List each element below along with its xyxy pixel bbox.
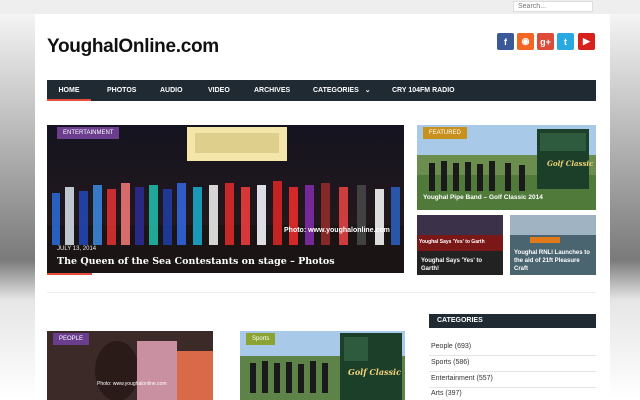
featured-sub-2[interactable]: Youghal RNLI Launches to the aid of 21ft…	[510, 215, 596, 275]
featured-sub-1-banner: Youghal Says 'Yes' to Garth	[419, 239, 485, 245]
slider-main[interactable]: ENTERTAINMENT Photo: www.youghalonline.c…	[47, 125, 404, 275]
slider-image	[47, 125, 404, 275]
post-sports-tag[interactable]: Sports	[246, 333, 276, 345]
post-people-tag[interactable]: PEOPLE	[53, 333, 90, 345]
post-card-people[interactable]: PEOPLE Photo: www.youghalonline.com	[47, 331, 213, 400]
slider-watermark: Photo: www.youghalonline.com	[284, 227, 390, 234]
nav-radio[interactable]: CRY 104FM RADIO	[392, 80, 455, 101]
featured-sub-1-title[interactable]: Youghal Says 'Yes' to Garth!	[421, 257, 499, 273]
nav-audio[interactable]: AUDIO	[160, 80, 183, 101]
twitter-icon[interactable]: t	[557, 33, 574, 50]
nav-archives[interactable]: ARCHIVES	[254, 80, 290, 101]
slider-progress-track	[47, 273, 404, 275]
category-divider	[429, 387, 596, 388]
featured-tag[interactable]: FEATURED	[423, 127, 467, 139]
nav-home[interactable]: HOME	[47, 80, 91, 101]
category-divider	[429, 355, 596, 356]
nav-categories-label: CATEGORIES	[313, 87, 359, 94]
category-divider	[429, 371, 596, 372]
post-card-sports[interactable]: Sports Golf Classic	[240, 331, 405, 400]
post-people-watermark: Photo: www.youghalonline.com	[97, 381, 167, 387]
categories-heading: CATEGORIES	[429, 314, 596, 328]
main-nav: HOME PHOTOS AUDIO VIDEO ARCHIVES CATEGOR…	[47, 80, 596, 101]
slider-category-tag[interactable]: ENTERTAINMENT	[57, 127, 120, 139]
featured-sign-text: Golf Classic	[547, 159, 594, 168]
nav-categories[interactable]: CATEGORIES ⌄	[313, 80, 371, 101]
slider-title[interactable]: The Queen of the Sea Contestants on stag…	[57, 256, 335, 267]
facebook-icon[interactable]: f	[497, 33, 514, 50]
featured-sub-1[interactable]: Youghal Says 'Yes' to Garth Youghal Says…	[417, 215, 503, 275]
category-item-arts[interactable]: Arts (397)	[431, 390, 462, 397]
search-input[interactable]	[513, 1, 593, 12]
slider-date: JULY 13, 2014	[57, 246, 97, 252]
featured-main-title[interactable]: Youghal Pipe Band – Golf Classic 2014	[423, 194, 543, 201]
category-item-people[interactable]: People (693)	[431, 343, 471, 350]
rss-icon[interactable]: ◉	[517, 33, 534, 50]
featured-main[interactable]: FEATURED Golf Classic Youghal Pipe Band …	[417, 125, 596, 210]
category-item-entertainment[interactable]: Entertainment (557)	[431, 375, 493, 382]
nav-photos[interactable]: PHOTOS	[107, 80, 136, 101]
nav-video[interactable]: VIDEO	[208, 80, 230, 101]
post-sports-sign: Golf Classic	[348, 367, 401, 377]
google-plus-icon[interactable]: g+	[537, 33, 554, 50]
youtube-icon[interactable]: ▶	[578, 33, 595, 50]
featured-sub-2-title[interactable]: Youghal RNLI Launches to the aid of 21ft…	[514, 249, 594, 273]
site-logo[interactable]: YoughalOnline.com	[47, 36, 219, 58]
slider-progress-fill	[47, 273, 92, 275]
section-divider	[47, 292, 596, 293]
chevron-down-icon: ⌄	[364, 87, 371, 94]
category-item-sports[interactable]: Sports (586)	[431, 359, 470, 366]
